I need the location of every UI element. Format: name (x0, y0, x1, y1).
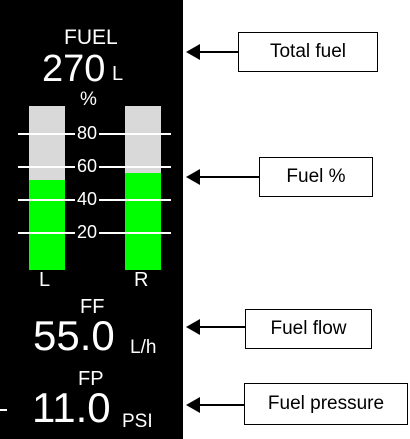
total-fuel-arrow (186, 44, 238, 60)
scale-tick-40-left (18, 199, 75, 201)
left-tank-fill (29, 179, 65, 270)
total-fuel-unit: L (112, 63, 124, 85)
fuel-display-panel: FUEL 270 L % 80 60 40 20 L R FF 55.0 L/h… (0, 0, 183, 439)
fuel-percent-arrow (186, 169, 259, 185)
fuel-pressure-value: 11.0 (32, 384, 111, 431)
total-fuel-callout: Total fuel (238, 32, 378, 72)
scale-label-80: 80 (76, 123, 98, 143)
fuel-flow-unit: L/h (130, 337, 157, 358)
scale-label-60: 60 (76, 156, 98, 176)
fuel-pressure-edge-tick (0, 409, 7, 411)
left-tank-bar (29, 106, 65, 270)
scale-tick-80-left (18, 133, 75, 135)
scale-tick-20-right (99, 232, 171, 234)
scale-label-40: 40 (76, 189, 98, 209)
scale-label-20: 20 (76, 222, 98, 242)
fuel-flow-arrow (186, 319, 245, 335)
percent-symbol: % (80, 89, 97, 110)
scale-tick-60-right (99, 166, 171, 168)
total-fuel-value: 270 (42, 48, 106, 90)
fuel-flow-value: 55.0 (33, 312, 115, 359)
fuel-pressure-unit: PSI (122, 411, 153, 432)
right-tank-fill (125, 173, 161, 270)
scale-tick-60-left (18, 166, 75, 168)
right-tank-label: R (134, 269, 149, 291)
fuel-pressure-arrow (186, 397, 244, 413)
fuel-title: FUEL (64, 26, 118, 49)
scale-tick-40-right (99, 199, 171, 201)
fuel-flow-callout: Fuel flow (245, 309, 372, 349)
left-tank-label: L (39, 269, 51, 291)
fuel-pressure-callout: Fuel pressure (244, 383, 408, 425)
scale-tick-20-left (18, 232, 75, 234)
scale-tick-80-right (99, 133, 171, 135)
fuel-percent-callout: Fuel % (259, 157, 373, 197)
right-tank-bar (125, 106, 161, 270)
